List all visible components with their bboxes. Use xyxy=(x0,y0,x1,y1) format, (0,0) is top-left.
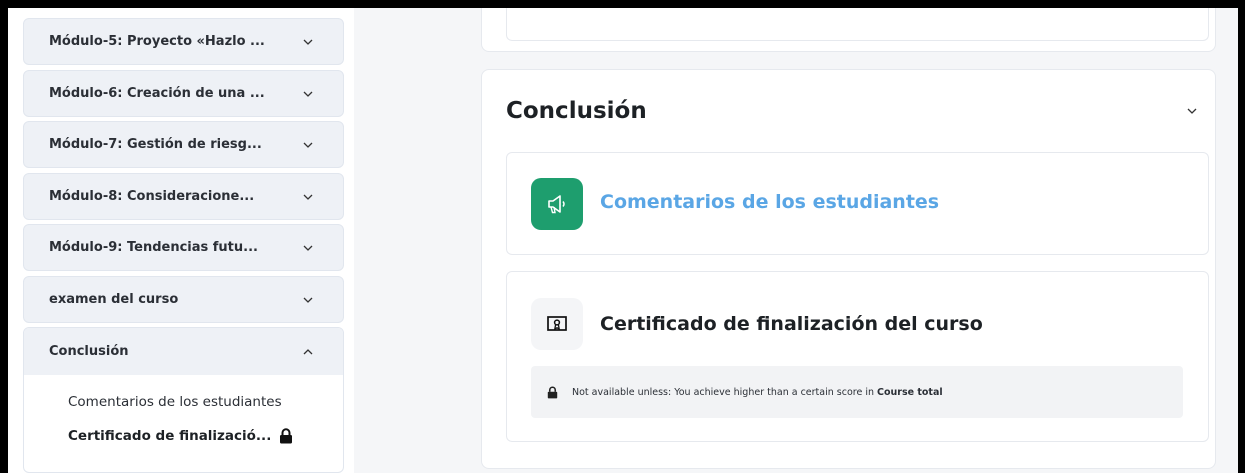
chevron-down-icon[interactable] xyxy=(302,242,314,254)
sidebar-item-feedback[interactable]: Comentarios de los estudiantes xyxy=(68,394,282,410)
course-index-sidebar: Módulo-5: Proyecto «Hazlo ... Módulo-6: … xyxy=(8,8,354,473)
sidebar-item-label: Certificado de finalizació... xyxy=(68,428,272,444)
activity-certificate-link[interactable]: Certificado de finalización del curso xyxy=(600,313,983,335)
chevron-down-icon[interactable] xyxy=(1186,105,1198,117)
sidebar-module-label: Módulo-7: Gestión de riesg... xyxy=(49,137,262,152)
page: Módulo-5: Proyecto «Hazlo ... Módulo-6: … xyxy=(8,8,1238,473)
sidebar-item-certificate[interactable]: Certificado de finalizació... xyxy=(68,428,293,444)
sidebar-module-label: Módulo-5: Proyecto «Hazlo ... xyxy=(49,34,265,49)
restriction-prefix: Not available unless: You achieve higher… xyxy=(572,386,874,398)
restriction-target: Course total xyxy=(877,386,943,398)
megaphone-icon xyxy=(531,178,583,230)
sidebar-module-label: Módulo-9: Tendencias futu... xyxy=(49,240,258,255)
activity-feedback-link[interactable]: Comentarios de los estudiantes xyxy=(600,191,939,213)
previous-activity-card xyxy=(506,8,1209,41)
certificate-icon xyxy=(531,298,583,350)
sidebar-module-6[interactable]: Módulo-6: Creación de una ... xyxy=(23,70,344,117)
chevron-down-icon[interactable] xyxy=(302,294,314,306)
activity-certificate: Certificado de finalización del curso No… xyxy=(506,271,1209,442)
lock-icon xyxy=(280,428,293,444)
sidebar-module-exam[interactable]: examen del curso xyxy=(23,276,344,323)
chevron-down-icon[interactable] xyxy=(302,36,314,48)
restriction-text: Not available unless: You achieve higher… xyxy=(572,387,943,398)
activity-feedback: Comentarios de los estudiantes xyxy=(506,152,1209,255)
sidebar-module-9[interactable]: Módulo-9: Tendencias futu... xyxy=(23,224,344,271)
sidebar-module-8[interactable]: Módulo-8: Consideracione... xyxy=(23,173,344,220)
sidebar-module-label: Conclusión xyxy=(49,344,129,359)
sidebar-module-5[interactable]: Módulo-5: Proyecto «Hazlo ... xyxy=(23,18,344,65)
sidebar-conclusion-header[interactable]: Conclusión xyxy=(24,328,343,375)
sidebar-module-conclusion: Conclusión Comentarios de los estudiante… xyxy=(23,327,344,473)
lock-icon xyxy=(547,386,558,398)
access-restriction-notice: Not available unless: You achieve higher… xyxy=(531,366,1183,418)
section-conclusion: Conclusión Comentarios de los estudiante… xyxy=(481,69,1216,469)
chevron-down-icon[interactable] xyxy=(302,191,314,203)
sidebar-module-label: Módulo-8: Consideracione... xyxy=(49,189,255,204)
previous-section-card xyxy=(481,8,1216,52)
sidebar-module-label: examen del curso xyxy=(49,292,179,307)
sidebar-module-7[interactable]: Módulo-7: Gestión de riesg... xyxy=(23,121,344,168)
chevron-down-icon[interactable] xyxy=(302,139,314,151)
chevron-down-icon[interactable] xyxy=(302,88,314,100)
section-title: Conclusión xyxy=(506,98,647,124)
chevron-up-icon[interactable] xyxy=(302,346,314,358)
sidebar-module-label: Módulo-6: Creación de una ... xyxy=(49,86,265,101)
